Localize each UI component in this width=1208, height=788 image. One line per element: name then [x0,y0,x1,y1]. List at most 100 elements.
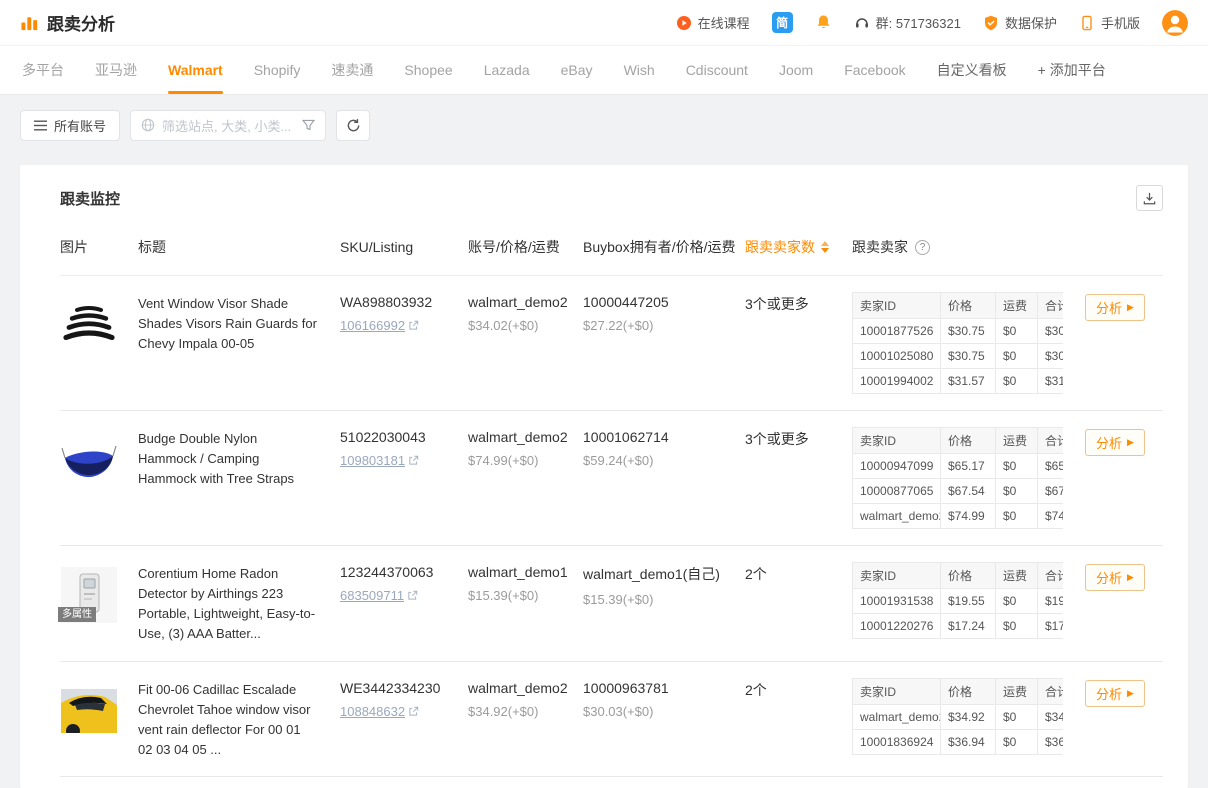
seller-col-header: 卖家ID [853,563,941,589]
shield-check-icon [983,15,999,31]
top-actions: 在线课程 简 群: 571736321 数据保护 手机版 [676,10,1188,36]
platform-tabs: 多平台亚马逊 Walmart Shopify 速卖通 Shopee Lazada eBay W… [0,46,1208,95]
platform-tab-10[interactable]: Joom [779,46,813,94]
product-image[interactable]: 多属性 [60,566,118,624]
seller-col-header: 合计 [1038,678,1064,704]
listing-id: 109803181 [340,453,405,468]
account-price: $74.99(+$0) [468,453,583,468]
product-image[interactable] [60,431,118,489]
data-protection-label: 数据保护 [1005,13,1057,32]
col-header-sellers: 跟卖卖家 ? [852,237,1063,257]
data-protection-link[interactable]: 数据保护 [983,13,1057,32]
account-price: $34.02(+$0) [468,318,583,333]
platform-tab-9[interactable]: Cdiscount [686,46,748,94]
panel-title: 跟卖监控 [60,188,120,209]
platform-tab-13[interactable]: + 添加平台 [1038,46,1106,94]
listing-link[interactable]: 109803181 [340,453,419,468]
product-image[interactable] [60,682,118,740]
analyze-label: 分析 [1096,433,1122,452]
seller-count: 2个 [745,562,852,645]
seller-row: 10001025080$30.75$0$30.75 [853,344,1064,369]
yellow-car-product-art [61,689,117,733]
sellers-table-clip: 卖家ID价格运费合计 10001931538$19.55$0$19.551000… [852,562,1063,639]
mobile-version-link[interactable]: 手机版 [1079,13,1140,32]
buybox-owner: 10001062714 [583,427,745,445]
analyze-button[interactable]: 分析 ▶ [1085,564,1145,591]
seller-row: walmart_demo2$74.99$0$74.99 [853,504,1064,529]
seller-col-header: 价格 [941,563,996,589]
listing-link[interactable]: 683509711 [340,588,418,603]
buybox-owner: 10000447205 [583,292,745,310]
download-button[interactable] [1136,185,1163,211]
col-header-sku: SKU/Listing [340,237,468,257]
platform-tab-11[interactable]: Facebook [844,46,905,94]
seller-col-header: 卖家ID [853,293,941,319]
account-price: $34.92(+$0) [468,704,583,719]
seller-row: 10001994002$31.57$0$31.57 [853,369,1064,394]
seller-row: 10000877065$67.54$0$67.54 [853,479,1064,504]
list-menu-icon [34,120,47,131]
col-header-seller-count[interactable]: 跟卖卖家数 [745,237,852,257]
sellers-table: 卖家ID价格运费合计 10001877526$30.75$0$30.751000… [852,292,1063,394]
user-avatar[interactable] [1162,10,1188,36]
product-image[interactable] [60,296,118,354]
buybox-owner: 10000963781 [583,678,745,696]
product-sku: WA898803932 [340,292,468,310]
app-logo-icon [20,13,39,32]
sellers-table-clip: 卖家ID价格运费合计 walmart_demo2$34.92$0$34.9210… [852,678,1063,755]
platform-tab-5[interactable]: Shopee [404,46,452,94]
phone-icon [1079,15,1095,31]
seller-col-header: 合计 [1038,293,1064,319]
headset-icon [854,15,870,31]
sort-icons[interactable] [821,241,829,253]
product-title: Budge Double Nylon Hammock / Camping Ham… [138,427,340,529]
play-triangle-icon: ▶ [1127,689,1134,698]
platform-tab-7[interactable]: eBay [561,46,593,94]
language-badge[interactable]: 简 [772,12,793,33]
hammock-product-art [61,438,117,482]
analyze-button[interactable]: 分析 ▶ [1085,294,1145,321]
category-filter-input[interactable]: 筛选站点, 大类, 小类... [130,110,326,141]
listing-link[interactable]: 108848632 [340,704,419,719]
seller-row: 10001931538$19.55$0$19.55 [853,589,1064,614]
monitor-panel: 跟卖监控 图片 标题 SKU/Listing 账号/价格/运费 Buybox拥有… [20,165,1188,788]
all-accounts-label: 所有账号 [54,116,106,135]
product-row: 多属性 Corentium Home Radon Detector by Air… [60,546,1163,662]
play-triangle-icon: ▶ [1127,573,1134,582]
buybox-price: $27.22(+$0) [583,318,745,333]
product-sku: 51022030043 [340,427,468,445]
analyze-label: 分析 [1096,684,1122,703]
platform-tab-1[interactable]: 亚马逊 [95,46,137,94]
bell-icon[interactable] [815,14,832,31]
analyze-button[interactable]: 分析 ▶ [1085,680,1145,707]
analyze-button[interactable]: 分析 ▶ [1085,429,1145,456]
monitor-rows: Vent Window Visor Shade Shades Visors Ra… [60,276,1163,777]
play-triangle-icon: ▶ [1127,303,1134,312]
analyze-label: 分析 [1096,298,1122,317]
seller-col-header: 运费 [996,293,1038,319]
platform-tab-4[interactable]: 速卖通 [331,46,373,94]
seller-col-header: 卖家ID [853,428,941,454]
multi-attribute-badge: 多属性 [58,607,96,622]
platform-tab-2[interactable]: Walmart [168,46,223,94]
platform-tab-6[interactable]: Lazada [484,46,530,94]
col-header-image: 图片 [60,237,138,257]
product-sku: 123244370063 [340,562,468,580]
qq-group[interactable]: 群: 571736321 [854,13,961,32]
platform-tab-0[interactable]: 多平台 [22,46,64,94]
refresh-button[interactable] [336,110,370,141]
online-course-link[interactable]: 在线课程 [676,13,750,32]
sellers-table: 卖家ID价格运费合计 10001931538$19.55$0$19.551000… [852,562,1063,639]
platform-tab-3[interactable]: Shopify [254,46,301,94]
sellers-table-clip: 卖家ID价格运费合计 10000947099$65.17$0$65.171000… [852,427,1063,529]
product-title: Corentium Home Radon Detector by Airthin… [138,562,340,645]
platform-tab-8[interactable]: Wish [624,46,655,94]
listing-link[interactable]: 106166992 [340,318,419,333]
all-accounts-button[interactable]: 所有账号 [20,110,120,141]
col-header-account: 账号/价格/运费 [468,237,583,257]
platform-tab-12[interactable]: 自定义看板 [937,46,1007,94]
help-icon[interactable]: ? [915,240,930,255]
buybox-price: $59.24(+$0) [583,453,745,468]
funnel-icon [302,119,315,131]
table-header: 图片 标题 SKU/Listing 账号/价格/运费 Buybox拥有者/价格/… [60,227,1163,276]
